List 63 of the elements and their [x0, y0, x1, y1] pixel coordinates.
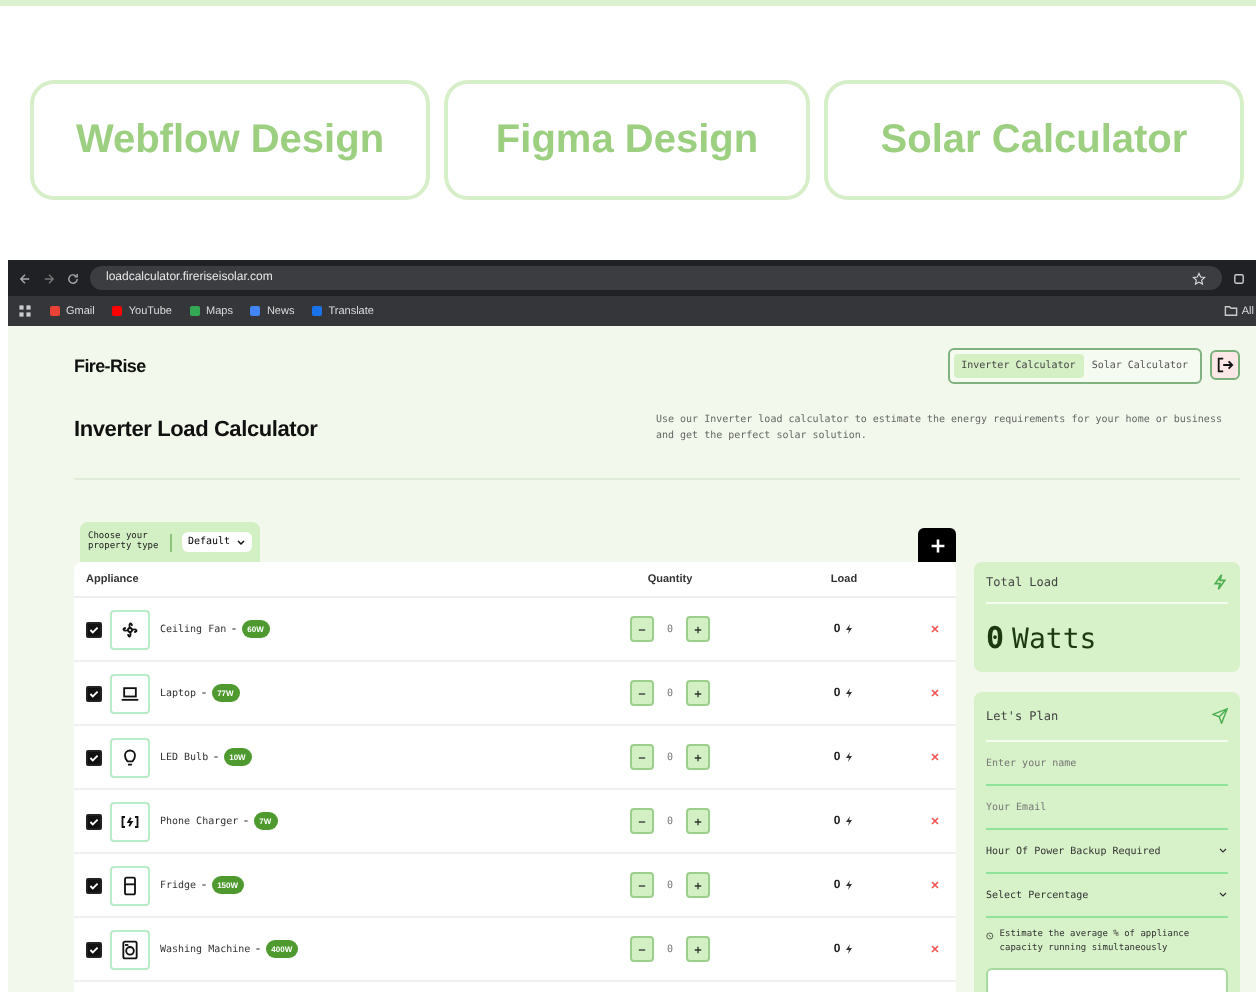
bolt-icon [844, 688, 855, 698]
checkbox[interactable] [86, 877, 102, 893]
bolt-icon [844, 880, 855, 890]
checkbox[interactable] [86, 941, 102, 957]
add-appliance-button[interactable] [918, 528, 956, 562]
total-load-value: 0 [986, 620, 1005, 656]
reload-icon[interactable] [66, 271, 80, 285]
checkbox[interactable] [86, 685, 102, 701]
increase-button[interactable] [686, 872, 710, 898]
minus-icon [638, 881, 646, 889]
bolt-icon [844, 624, 855, 634]
bolt-icon [844, 944, 855, 954]
remove-icon[interactable] [930, 816, 940, 826]
bolt-icon [1212, 574, 1228, 590]
checkbox[interactable] [86, 621, 102, 637]
chevron-down-icon [1218, 846, 1228, 856]
send-icon [1212, 708, 1228, 724]
extension-icon[interactable] [1232, 271, 1246, 285]
plug-icon [120, 811, 140, 831]
page-title: Inverter Load Calculator [74, 418, 318, 442]
logout-button[interactable] [1210, 350, 1240, 380]
plus-icon [694, 817, 702, 825]
star-icon[interactable] [1192, 271, 1206, 285]
forward-icon[interactable] [42, 271, 56, 285]
bolt-icon [844, 752, 855, 762]
bulb-icon [120, 747, 140, 767]
increase-button[interactable] [686, 936, 710, 962]
increase-button[interactable] [686, 808, 710, 834]
plus-icon [929, 537, 945, 553]
plus-icon [694, 945, 702, 953]
logo[interactable]: Fire-Rise [74, 355, 146, 375]
increase-button[interactable] [686, 744, 710, 770]
increase-button[interactable] [686, 680, 710, 706]
minus-icon [638, 689, 646, 697]
remove-icon[interactable] [930, 880, 940, 890]
minus-icon [638, 945, 646, 953]
bolt-icon [844, 816, 855, 826]
chevron-down-icon [1218, 890, 1228, 900]
laptop-icon [120, 683, 140, 703]
remove-icon[interactable] [930, 624, 940, 634]
increase-button[interactable] [686, 616, 710, 642]
fridge-icon [120, 875, 140, 895]
minus-icon [638, 753, 646, 761]
total-load-unit: Watts [1012, 624, 1097, 656]
info-icon [986, 930, 994, 942]
plus-icon [694, 689, 702, 697]
remove-icon[interactable] [930, 944, 940, 954]
checkbox[interactable] [86, 749, 102, 765]
remove-icon[interactable] [930, 752, 940, 762]
back-icon[interactable] [18, 271, 32, 285]
chevron-down-icon [236, 537, 247, 547]
minus-icon [638, 817, 646, 825]
fan-icon [120, 619, 140, 639]
logout-icon [1216, 356, 1234, 374]
apps-icon[interactable] [18, 304, 32, 318]
washing-machine-icon [120, 939, 140, 959]
folder-icon [1223, 304, 1238, 318]
checkbox[interactable] [86, 813, 102, 829]
plus-icon [694, 753, 702, 761]
plus-icon [694, 625, 702, 633]
minus-icon [638, 625, 646, 633]
plus-icon [694, 881, 702, 889]
remove-icon[interactable] [930, 688, 940, 698]
